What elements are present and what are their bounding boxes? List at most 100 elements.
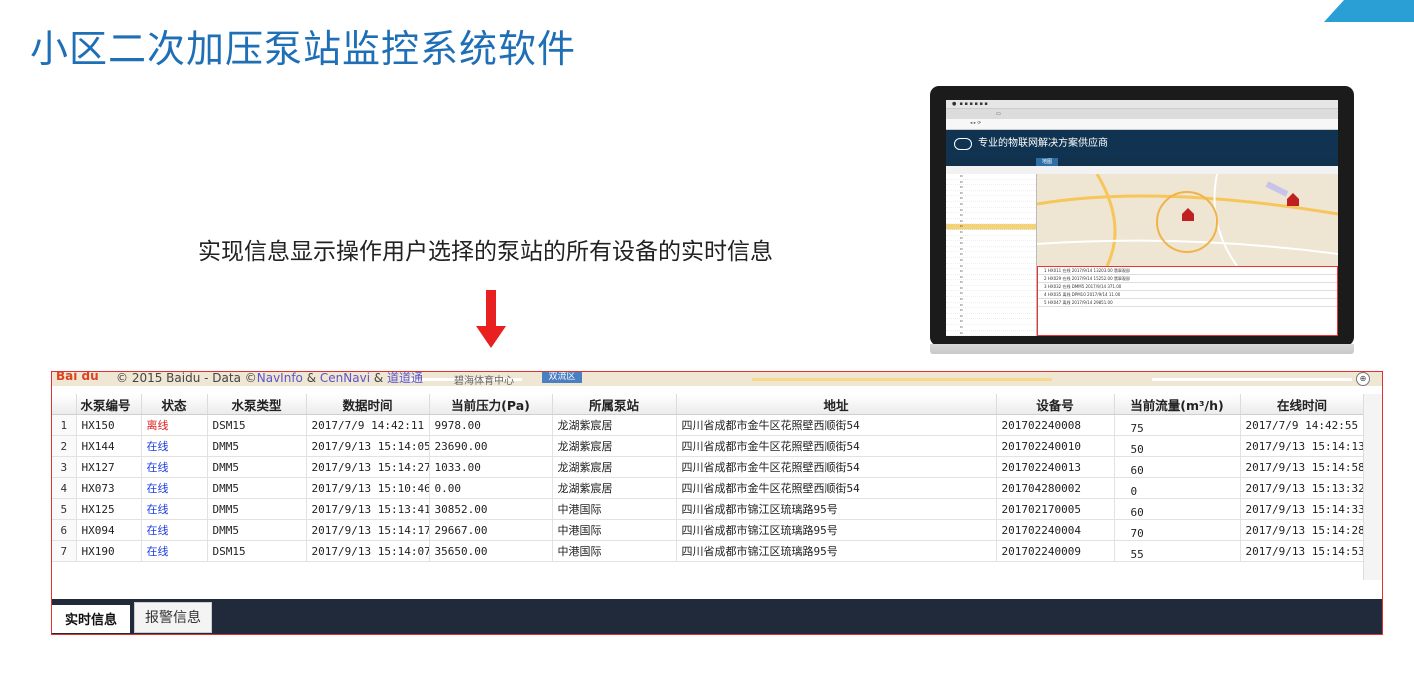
col-pressure-cell: 0.00: [429, 477, 553, 499]
mini-table-row: 2 HX029 在线 2017/9/14 15252.00 翡翠观邸: [1038, 275, 1337, 283]
col-status-cell: 在线: [141, 540, 208, 562]
col-data-time-header[interactable]: 数据时间: [306, 394, 430, 415]
col-flow-header[interactable]: 当前流量(m³/h): [1114, 394, 1241, 415]
map-ampersand: &: [302, 372, 320, 385]
col-index-header[interactable]: [52, 394, 77, 415]
col-pump-type-cell: DMM5: [207, 498, 307, 520]
col-status-header[interactable]: 状态: [141, 394, 208, 415]
grid-scrollbar[interactable]: [1363, 394, 1382, 580]
map-district-badge: 双流区: [542, 372, 582, 383]
col-pump-id-cell: HX073: [76, 477, 142, 499]
col-online-time-cell: 2017/7/9 14:42:55: [1240, 414, 1365, 436]
table-row[interactable]: 7 HX190 在线 DSM15 2017/9/13 15:14:07 35650.00 中…: [52, 540, 1365, 562]
col-pump-id-cell: HX125: [76, 498, 142, 520]
col-flow-cell: 60: [1114, 498, 1241, 520]
station-tree: ▫▫▫▫▫▫▫▫▫▫▫▫▫▫▫▫▫▫▫▫▫▫▫▫▫▫▫▫▫▫▫▫▫▫: [946, 174, 1037, 336]
mac-menu-bar: ● ▪ ▪ ▪ ▪ ▪ ▪: [946, 100, 1338, 109]
col-device-no-cell: 201702240004: [996, 519, 1115, 541]
table-body: 1 HX150 离线 DSM15 2017/7/9 14:42:11 9978.00 龙湖紫…: [52, 414, 1365, 562]
col-station-cell: 中港国际: [552, 540, 677, 562]
col-station-header[interactable]: 所属泵站: [552, 394, 677, 415]
col-device-no-cell: 201702240013: [996, 456, 1115, 478]
col-status-cell: 离线: [141, 414, 208, 436]
col-flow-cell: 50: [1114, 435, 1241, 457]
app-nav-strip: 地图: [946, 158, 1338, 166]
col-index-cell: 5: [52, 498, 77, 520]
col-pump-id-cell: HX127: [76, 456, 142, 478]
col-address-cell: 四川省成都市锦江区琉璃路95号: [676, 540, 997, 562]
col-status-cell: 在线: [141, 435, 208, 457]
mini-map-roads: [1037, 174, 1338, 266]
col-flow-cell: 0: [1114, 477, 1241, 499]
col-device-no-cell: 201704280002: [996, 477, 1115, 499]
mini-table-row: 1 HX011 在线 2017/9/14 13203.00 翡翠观邸: [1038, 267, 1337, 275]
col-status-cell: 在线: [141, 519, 208, 541]
col-pressure-cell: 29667.00: [429, 519, 553, 541]
col-index-cell: 1: [52, 414, 77, 436]
col-flow-cell: 60: [1114, 456, 1241, 478]
zoom-icon[interactable]: ⊕: [1356, 372, 1370, 386]
col-station-cell: 龙湖紫宸居: [552, 414, 677, 436]
col-pump-type-header[interactable]: 水泵类型: [207, 394, 307, 415]
map-copyright-text: © 2015 Baidu - Data ©: [116, 372, 257, 385]
col-address-cell: 四川省成都市金牛区花照壁西顺街54: [676, 435, 997, 457]
col-index-cell: 6: [52, 519, 77, 541]
navinfo-link[interactable]: NavInfo: [257, 372, 303, 385]
col-address-cell: 四川省成都市金牛区花照壁西顺街54: [676, 456, 997, 478]
table-row[interactable]: 2 HX144 在线 DMM5 2017/9/13 15:14:05 23690.00 龙湖…: [52, 435, 1365, 457]
device-table: 水泵编号 状态 水泵类型 数据时间 当前压力(Pa) 所属泵站 地址 设备号 当前流量(m³/h…: [52, 394, 1365, 562]
col-station-cell: 龙湖紫宸居: [552, 456, 677, 478]
mini-table-row: 3 HX032 在线 DMM5 2017/9/14 371.00: [1038, 283, 1337, 291]
monitor-mockup: ● ▪ ▪ ▪ ▪ ▪ ▪ ▭ ◂ ▸ ⟳ 专业的物联网解决方案供应商 地图 ▫…: [930, 86, 1354, 354]
tab-map[interactable]: 地图: [1036, 158, 1059, 166]
tab-alarm-info[interactable]: 报警信息: [134, 602, 212, 633]
app-header-title: 专业的物联网解决方案供应商: [978, 138, 1108, 149]
table-row[interactable]: 5 HX125 在线 DMM5 2017/9/13 15:13:41 30852.00 中港…: [52, 498, 1365, 520]
col-online-time-cell: 2017/9/13 15:14:28: [1240, 519, 1365, 541]
col-online-time-header[interactable]: 在线时间: [1240, 394, 1365, 415]
col-address-cell: 四川省成都市锦江区琉璃路95号: [676, 519, 997, 541]
col-data-time-cell: 2017/9/13 15:13:41: [306, 498, 430, 520]
col-pressure-cell: 35650.00: [429, 540, 553, 562]
col-pump-type-cell: DMM5: [207, 519, 307, 541]
monitor-stand: [930, 344, 1354, 354]
col-data-time-cell: 2017/9/13 15:14:05: [306, 435, 430, 457]
col-index-cell: 7: [52, 540, 77, 562]
col-pump-id-header[interactable]: 水泵编号: [76, 394, 142, 415]
col-pump-type-cell: DMM5: [207, 477, 307, 499]
table-header-row: 水泵编号 状态 水泵类型 数据时间 当前压力(Pa) 所属泵站 地址 设备号 当前流量(m³/h…: [52, 394, 1365, 415]
col-pressure-header[interactable]: 当前压力(Pa): [429, 394, 553, 415]
col-address-cell: 四川省成都市金牛区花照壁西顺街54: [676, 414, 997, 436]
col-data-time-cell: 2017/9/13 15:14:17: [306, 519, 430, 541]
monitor-frame: ● ▪ ▪ ▪ ▪ ▪ ▪ ▭ ◂ ▸ ⟳ 专业的物联网解决方案供应商 地图 ▫…: [930, 86, 1354, 346]
col-station-cell: 龙湖紫宸居: [552, 477, 677, 499]
table-row[interactable]: 3 HX127 在线 DMM5 2017/9/13 15:14:27 1033.00 龙湖紫…: [52, 456, 1365, 478]
mini-map: [1037, 174, 1338, 266]
tab-realtime-info[interactable]: 实时信息: [52, 602, 130, 633]
col-status-cell: 在线: [141, 456, 208, 478]
map-road: [752, 378, 1052, 381]
col-index-cell: 2: [52, 435, 77, 457]
map-place-label: 碧海体育中心: [454, 376, 514, 386]
mini-device-table: 1 HX011 在线 2017/9/14 13203.00 翡翠观邸 2 HX02…: [1037, 266, 1338, 336]
col-address-cell: 四川省成都市锦江区琉璃路95号: [676, 498, 997, 520]
baidu-logo: Bai du: [56, 372, 99, 383]
col-device-no-cell: 201702240008: [996, 414, 1115, 436]
col-address-header[interactable]: 地址: [676, 394, 997, 415]
col-station-cell: 龙湖紫宸居: [552, 435, 677, 457]
table-row[interactable]: 6 HX094 在线 DMM5 2017/9/13 15:14:17 29667.00 中港…: [52, 519, 1365, 541]
col-device-no-header[interactable]: 设备号: [996, 394, 1115, 415]
table-row[interactable]: 1 HX150 离线 DSM15 2017/7/9 14:42:11 9978.00 龙湖紫…: [52, 414, 1365, 436]
col-data-time-cell: 2017/9/13 15:10:46: [306, 477, 430, 499]
cennavi-link[interactable]: CenNavi: [320, 372, 370, 385]
col-device-no-cell: 201702170005: [996, 498, 1115, 520]
table-row[interactable]: 4 HX073 在线 DMM5 2017/9/13 15:10:46 0.00 龙湖紫宸居四…: [52, 477, 1365, 499]
map-strip: Bai du © 2015 Baidu - Data ©NavInfo & Ce…: [52, 372, 1382, 386]
daodaotong-link[interactable]: 道道通: [387, 372, 423, 385]
col-online-time-cell: 2017/9/13 15:14:13: [1240, 435, 1365, 457]
col-pressure-cell: 23690.00: [429, 435, 553, 457]
browser-url-bar: ◂ ▸ ⟳: [946, 119, 1338, 130]
corner-decoration: [1324, 0, 1414, 22]
col-pump-id-cell: HX150: [76, 414, 142, 436]
browser-tab-strip: ▭: [946, 109, 1338, 119]
